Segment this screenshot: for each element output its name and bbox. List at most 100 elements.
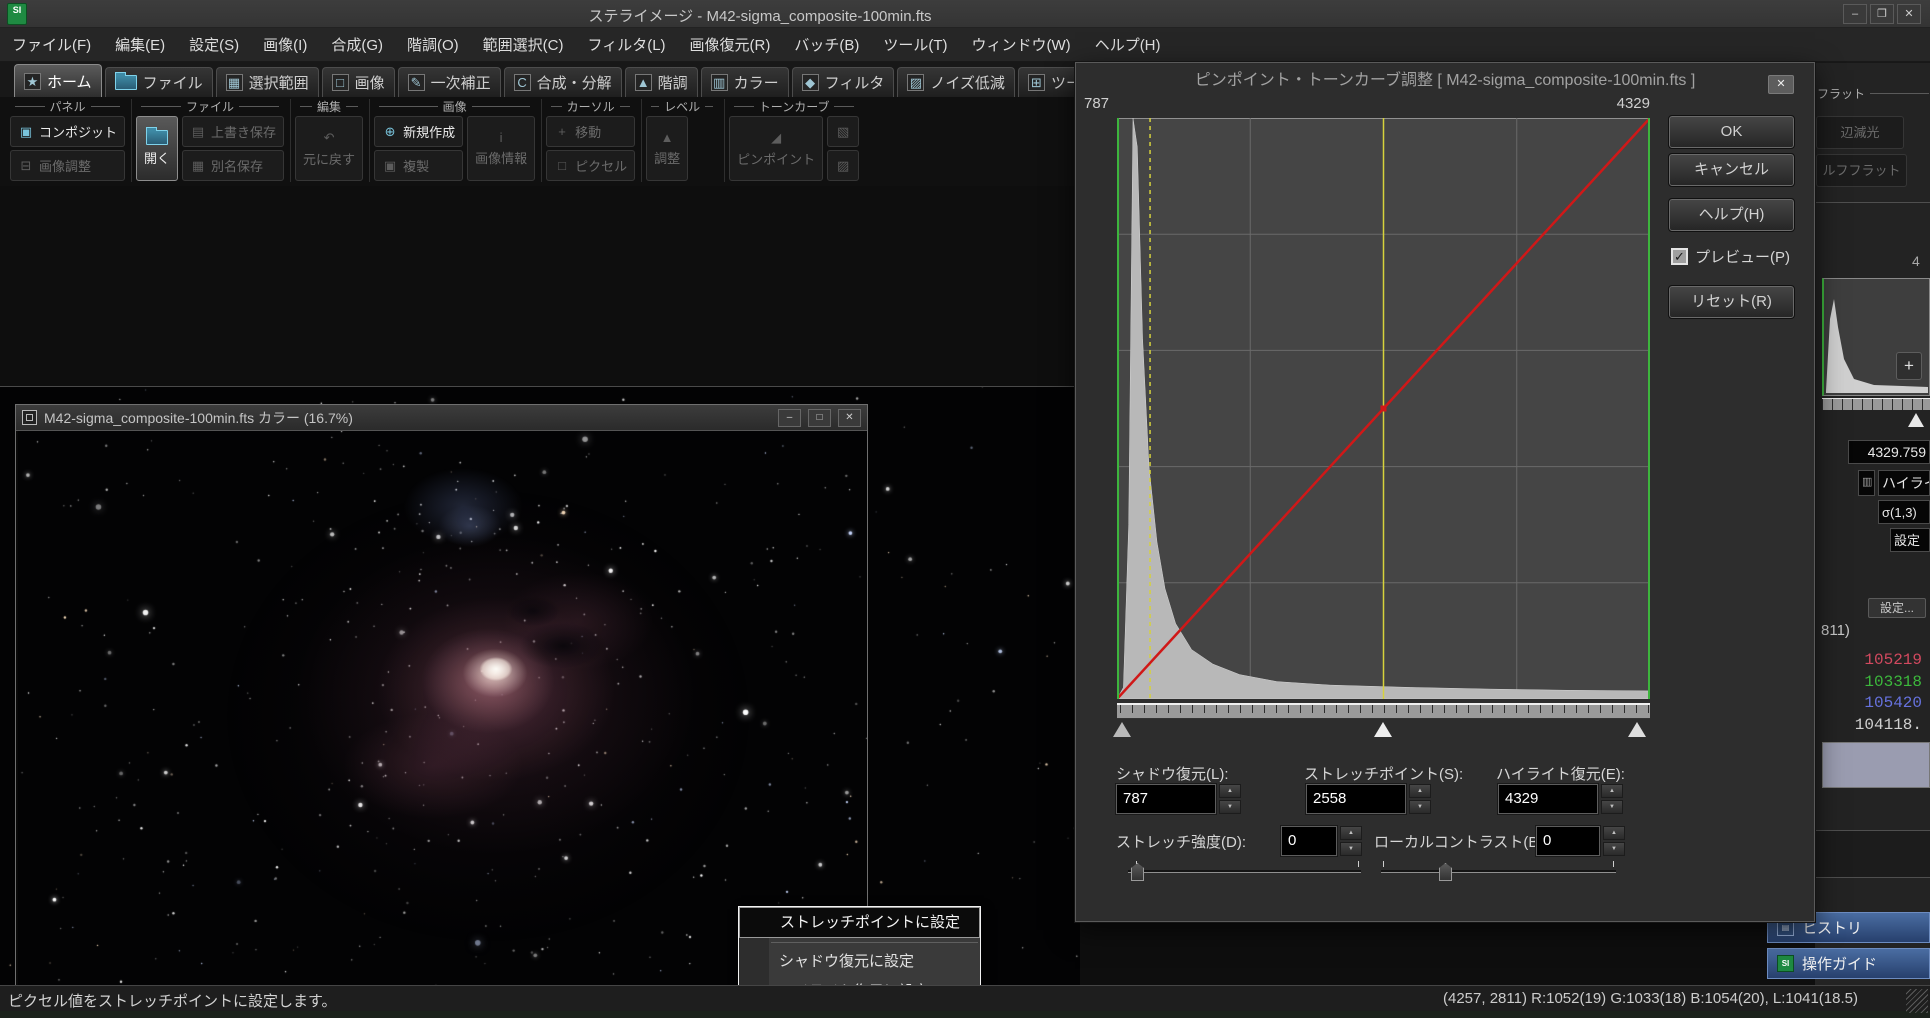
tab-ホーム[interactable]: ★ホーム [14,64,102,97]
tab-合成・分解[interactable]: C合成・分解 [504,67,622,97]
panel-value-box[interactable]: 4329.759 [1848,440,1930,464]
ribbon-button-icon[interactable]: ▨ [827,150,859,181]
app-minimize-button[interactable]: – [1843,4,1867,24]
menu-item-4[interactable]: 合成(G) [331,34,383,55]
tab-階調[interactable]: ▲階調 [625,67,698,97]
strength-slider[interactable] [1128,861,1361,881]
tab-フィルタ[interactable]: ◆フィルタ [792,67,895,97]
selfflat-button[interactable]: ルフフラット [1816,154,1907,187]
ribbon-button-上書き保存[interactable]: ▤上書き保存 [182,116,284,147]
highlight-marker-triangle[interactable] [1628,722,1646,737]
tab-label: ノイズ低減 [930,72,1005,93]
menu-item-5[interactable]: 階調(O) [407,34,459,55]
ribbon-button-画像情報[interactable]: i画像情報 [467,116,535,181]
panel-zoom-plus-button[interactable]: + [1896,352,1922,380]
tab-icon [115,75,137,90]
histogram-ruler [1117,703,1650,719]
ribbon-button-ピンポイント[interactable]: ◢ピンポイント [729,116,823,181]
ribbon-button-label: 上書き保存 [211,122,276,141]
menu-item-10[interactable]: ツール(T) [883,34,947,55]
ribbon-button-画像調整[interactable]: ⊟画像調整 [10,150,125,181]
image-window-icon [22,410,37,425]
ribbon-button-調整[interactable]: ▲調整 [646,116,688,181]
context-menu-item-シャドウ復元に設定[interactable]: シャドウ復元に設定 [739,947,980,977]
shadow-input[interactable]: 787 [1116,784,1216,814]
panel-settings-button[interactable]: 設定... [1868,598,1926,618]
panel-selected-swatch[interactable] [1822,742,1930,788]
status-bar-lower-strip [0,1011,1930,1018]
ribbon-group-label: トーンカーブ [729,99,859,114]
tab-画像[interactable]: □画像 [322,67,395,97]
menu-item-7[interactable]: フィルタ(L) [588,34,666,55]
highlight-spinner[interactable]: ▲▼ [1601,784,1623,814]
shadow-spinner[interactable]: ▲▼ [1219,784,1241,814]
menu-item-3[interactable]: 画像(I) [263,34,307,55]
local-contrast-slider-handle[interactable] [1439,863,1452,881]
strength-input[interactable]: 0 [1281,826,1337,856]
context-menu-item-ストレッチポイントに設定[interactable]: ストレッチポイントに設定 [739,907,980,938]
menu-item-2[interactable]: 設定(S) [189,34,239,55]
menu-item-12[interactable]: ヘルプ(H) [1095,34,1161,55]
preview-checkbox-row[interactable]: ✓ プレビュー(P) [1671,246,1790,267]
ribbon-button-ピクセル[interactable]: □ピクセル [546,150,635,181]
tab-カラー[interactable]: ▥カラー [701,67,789,97]
panel-divider [1815,877,1930,878]
ribbon-button-label: 移動 [575,122,601,141]
shadow-marker-triangle[interactable] [1113,722,1131,737]
panel-sigma-box[interactable]: σ(1,3) [1878,500,1930,524]
ribbon-button-別名保存[interactable]: ▦別名保存 [182,150,284,181]
panel-highlight-box[interactable]: ハイライ [1878,470,1930,496]
local-contrast-input[interactable]: 0 [1536,826,1600,856]
strength-spinner[interactable]: ▲▼ [1340,826,1362,856]
ribbon-button-新規作成[interactable]: ⊕新規作成 [374,116,463,147]
menu-item-11[interactable]: ウィンドウ(W) [972,34,1071,55]
tab-一次補正[interactable]: ✎一次補正 [398,67,501,97]
app-maximize-button[interactable]: ❐ [1870,4,1894,24]
local-contrast-spinner[interactable]: ▲▼ [1603,826,1625,856]
tab-icon: ◆ [802,74,819,91]
status-bar: ピクセル値をストレッチポイントに設定します。 (4257, 2811) R:10… [0,985,1930,1018]
ribbon-button-複製[interactable]: ▣複製 [374,150,463,181]
tab-ファイル[interactable]: ファイル [105,67,213,97]
stretch-input[interactable]: 2558 [1306,784,1406,814]
stretch-marker-triangle[interactable] [1374,722,1392,737]
strength-slider-handle[interactable] [1131,863,1144,881]
image-window-minimize-button[interactable]: – [778,409,801,427]
help-button[interactable]: ヘルプ(H) [1669,199,1794,231]
highlight-input[interactable]: 4329 [1498,784,1598,814]
tone-curve-histogram[interactable] [1117,118,1650,699]
tab-選択範囲[interactable]: ▦選択範囲 [216,67,319,97]
image-window-maximize-button[interactable]: □ [808,409,831,427]
menu-item-9[interactable]: バッチ(B) [794,34,859,55]
ribbon-button-開く[interactable]: 開く [136,116,178,181]
tab-icon: □ [332,74,349,91]
image-window-titlebar[interactable]: M42-sigma_composite-100min.fts カラー (16.7… [16,405,867,431]
menu-item-8[interactable]: 画像復元(R) [690,34,771,55]
ribbon-group-label: レベル [646,99,718,114]
dialog-close-button[interactable]: ✕ [1768,75,1794,94]
local-contrast-slider[interactable] [1381,861,1616,881]
vignetting-button[interactable]: 辺減光 [1816,116,1904,149]
resize-grip[interactable] [1906,989,1928,1013]
preview-checkbox[interactable]: ✓ [1671,248,1688,265]
menu-item-6[interactable]: 範囲選択(C) [483,34,564,55]
reset-button[interactable]: リセット(R) [1669,286,1794,318]
right-side-panel: フラット 辺減光 ルフフラット 4 + 4329.759 ▥ ハイライ σ(1,… [1815,63,1930,985]
menu-item-0[interactable]: ファイル(F) [12,34,91,55]
menu-item-1[interactable]: 編集(E) [115,34,165,55]
app-close-button[interactable]: ✕ [1897,4,1921,24]
cancel-button[interactable]: キャンセル [1669,154,1794,186]
tab-ノイズ低減[interactable]: ▨ノイズ低減 [897,67,1015,97]
panel-dark-section [1815,831,1930,877]
ribbon-button-元に戻す[interactable]: ↶元に戻す [295,116,363,181]
panel-settings-box[interactable]: 設定 [1890,528,1930,552]
image-window-close-button[interactable]: ✕ [838,409,861,427]
panel-marker-triangle[interactable] [1908,413,1924,427]
ribbon-group-パネル: パネル▣コンポジット⊟画像調整 [6,99,129,182]
ok-button[interactable]: OK [1669,116,1794,148]
ribbon-button-コンポジット[interactable]: ▣コンポジット [10,116,125,147]
stretch-spinner[interactable]: ▲▼ [1409,784,1431,814]
operation-guide-bar[interactable]: SI 操作ガイド [1767,948,1930,979]
ribbon-button-移動[interactable]: +移動 [546,116,635,147]
ribbon-button-icon[interactable]: ▧ [827,116,859,147]
